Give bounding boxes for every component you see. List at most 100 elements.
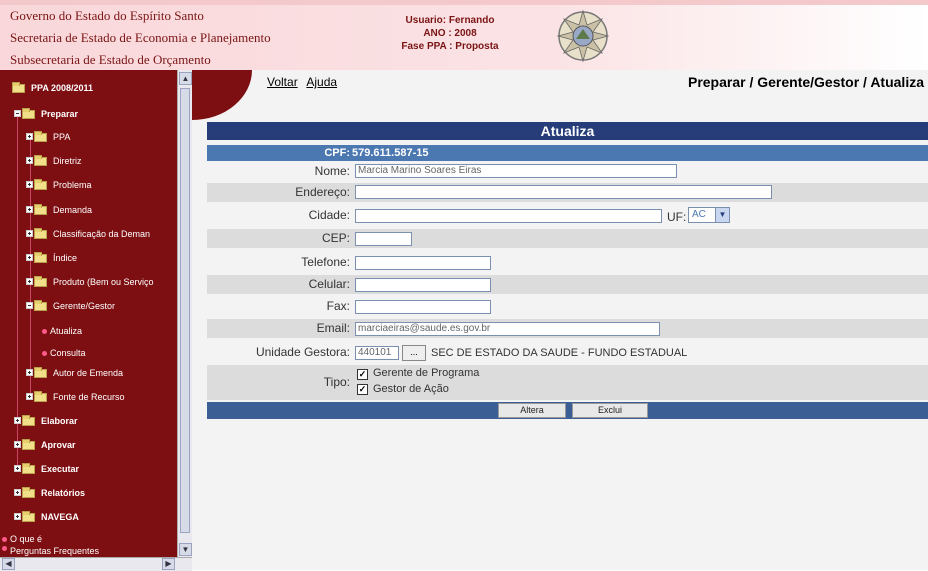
cidade-field[interactable] [355,209,662,223]
nome-row: Nome: Marcia Marino Soares Eiras [207,162,928,181]
tree-item-label: Índice [53,253,78,263]
fax-field[interactable] [355,300,491,314]
tree-item-ppa[interactable]: PPA [26,128,70,146]
cep-field[interactable] [355,232,412,246]
folder-icon [26,390,48,404]
telefone-label: Telefone: [301,255,350,269]
tree-item-label: Diretriz [53,156,82,166]
tree-item-label: Executar [41,464,80,474]
voltar-link[interactable]: Voltar [267,75,298,89]
tree-item-produto[interactable]: Produto (Bem ou Serviço [26,273,154,291]
tree-item-label: Preparar [41,109,79,119]
email-row: Email: marciaeiras@saude.es.gov.br [207,319,928,338]
tree-item-label: Atualiza [50,326,83,336]
ano-label: ANO : 2008 [423,28,477,39]
gerente-programa-checkbox[interactable]: ✓ [357,369,368,380]
tree-item-aprovar[interactable]: Aprovar [14,436,76,454]
folder-icon [26,154,48,168]
tree-item-label: Aprovar [41,440,76,450]
endereco-row: Endereço: [207,183,928,202]
tree-line [30,135,31,400]
altera-button[interactable]: Altera [498,403,566,418]
folder-icon [26,203,48,217]
tree-item-label: PPA [53,132,71,142]
scroll-down-icon[interactable]: ▼ [179,543,192,556]
tree-root-ppa[interactable]: PPA 2008/2011 [10,79,93,97]
ajuda-link[interactable]: Ajuda [306,75,337,89]
cep-row: CEP: [207,229,928,248]
telefone-row: Telefone: [207,253,928,272]
exclui-button[interactable]: Exclui [572,403,648,418]
tree-item-atualiza[interactable]: Atualiza [42,322,82,340]
bullet-icon [2,536,7,542]
tree-item-label: Autor de Emenda [53,368,124,378]
unidade-gestora-lookup-button[interactable]: ... [402,345,426,361]
scroll-up-icon[interactable]: ▲ [179,72,192,85]
tree-item-indice[interactable]: Índice [26,249,77,267]
bullet-icon [42,350,47,356]
user-info: Usuario: Fernando ANO : 2008 Fase PPA : … [390,14,510,53]
link-perguntas-frequentes[interactable]: Perguntas Frequentes [2,546,99,557]
cpf-value: 579.611.587-15 [352,147,429,159]
tree-item-autor-emenda[interactable]: Autor de Emenda [26,364,123,382]
page-title: Preparar / Gerente/Gestor / Atualiza [687,74,924,90]
gov-line-3: Subsecretaria de Estado de Orçamento [10,52,211,67]
scroll-right-icon[interactable]: ▶ [162,558,175,570]
endereco-label: Endereço: [295,185,350,199]
email-label: Email: [316,321,350,335]
folder-icon [26,275,48,289]
tree-item-consulta[interactable]: Consulta [42,344,86,362]
scrollbar-thumb[interactable] [180,88,190,533]
link-label: O que é [10,534,43,544]
tree-item-gerente-gestor[interactable]: Gerente/Gestor [26,297,115,315]
page-header: Governo do Estado do Espírito Santo Secr… [0,0,928,70]
unidade-gestora-code-field[interactable]: 440101 [355,346,399,360]
tree-item-executar[interactable]: Executar [14,460,79,478]
tipo-row: Tipo: ✓ Gerente de Programa ✓ Gestor de … [207,365,928,400]
tipo-label: Tipo: [323,375,350,389]
tree-item-relatorios[interactable]: Relatórios [14,484,85,502]
gestor-acao-checkbox[interactable]: ✓ [357,384,368,395]
sidebar-horizontal-scrollbar[interactable]: ◀ ▶ [0,557,192,571]
folder-icon [26,227,48,241]
unidade-gestora-row: Unidade Gestora: 440101 ... SEC DE ESTAD… [207,343,928,364]
bullet-icon [42,328,47,334]
tree-item-elaborar[interactable]: Elaborar [14,412,78,430]
tree-item-classificacao[interactable]: Classificação da Deman [26,225,150,243]
tree-item-preparar[interactable]: Preparar [14,105,78,123]
cep-label: CEP: [321,231,350,245]
endereco-field[interactable] [355,185,772,199]
sidebar-vertical-scrollbar[interactable]: ▲ ▼ [177,70,193,560]
tree-item-diretriz[interactable]: Diretriz [26,152,82,170]
folder-icon [14,438,36,452]
tree-item-label: Classificação da Deman [53,229,151,239]
email-field[interactable]: marciaeiras@saude.es.gov.br [355,322,660,336]
telefone-field[interactable] [355,256,491,270]
tree-item-label: Demanda [53,205,93,215]
celular-label: Celular: [308,277,350,291]
tree-item-navega[interactable]: NAVEGA [14,508,79,526]
tree-item-label: Produto (Bem ou Serviço [53,277,154,287]
scroll-left-icon[interactable]: ◀ [2,558,15,570]
unidade-gestora-label: Unidade Gestora: [255,345,350,359]
nome-field[interactable]: Marcia Marino Soares Eiras [355,164,677,178]
folder-icon [14,462,36,476]
tree-item-label: Fonte de Recurso [53,392,125,402]
tree-item-fonte-recurso[interactable]: Fonte de Recurso [26,388,125,406]
uf-value: AC [692,209,706,220]
folder-open-icon [10,81,26,95]
uf-select[interactable]: AC ▼ [688,207,730,223]
tree-item-problema[interactable]: Problema [26,176,92,194]
gestor-acao-label: Gestor de Ação [373,383,449,395]
unidade-gestora-name: SEC DE ESTADO DA SAUDE - FUNDO ESTADUAL [431,347,688,359]
cpf-row: CPF: 579.611.587-15 [207,145,928,161]
celular-field[interactable] [355,278,491,292]
gov-line-2: Secretaria de Estado de Economia e Plane… [10,30,271,45]
tree-item-label: NAVEGA [41,512,79,522]
tree-item-demanda[interactable]: Demanda [26,201,92,219]
cidade-row: Cidade: UF: AC ▼ [207,206,928,225]
folder-icon [26,366,48,380]
tree-item-label: Relatórios [41,488,86,498]
folder-icon [26,251,48,265]
folder-icon [14,486,36,500]
